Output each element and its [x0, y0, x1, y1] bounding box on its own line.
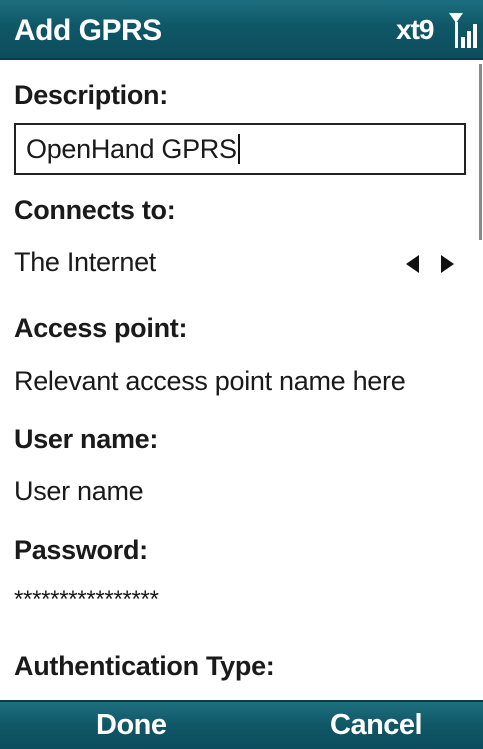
- password-label: Password:: [14, 535, 148, 565]
- scrollbar-thumb[interactable]: [479, 64, 482, 240]
- left-right-arrows-icon[interactable]: [404, 252, 456, 276]
- description-label: Description:: [14, 80, 168, 110]
- access-point-field[interactable]: Relevant access point name here: [14, 366, 406, 397]
- page-title: Add GPRS: [14, 14, 162, 47]
- signal-strength-icon: [449, 13, 477, 48]
- input-mode-indicator: xt9: [396, 14, 434, 45]
- user-name-label: User name:: [14, 424, 159, 454]
- description-value: OpenHand GPRS: [26, 134, 240, 165]
- done-button[interactable]: Done: [96, 709, 167, 742]
- softkey-bar: Done Cancel: [0, 700, 483, 749]
- connects-to-label: Connects to:: [14, 195, 176, 225]
- cancel-button[interactable]: Cancel: [330, 709, 423, 742]
- access-point-label: Access point:: [14, 313, 188, 343]
- description-text: OpenHand GPRS: [26, 134, 237, 164]
- description-field[interactable]: OpenHand GPRS: [14, 123, 466, 175]
- text-caret: [237, 134, 240, 164]
- title-bar: Add GPRS xt9: [0, 0, 483, 60]
- user-name-field[interactable]: User name: [14, 476, 144, 507]
- authentication-type-label: Authentication Type:: [14, 651, 275, 681]
- connects-to-value[interactable]: The Internet: [14, 247, 156, 278]
- password-field[interactable]: ****************: [14, 586, 159, 614]
